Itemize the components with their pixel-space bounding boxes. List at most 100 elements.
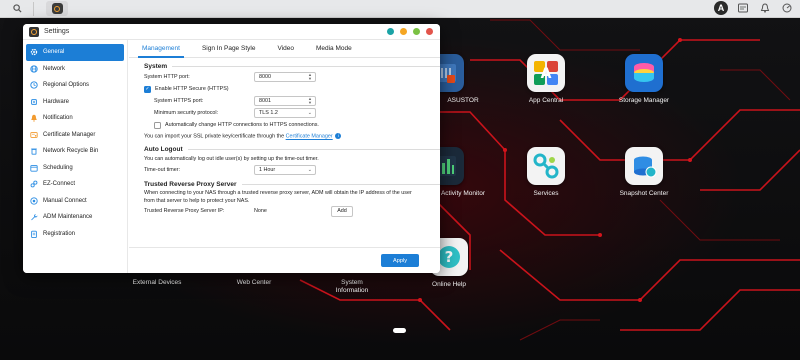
- top-bar: A: [0, 0, 800, 18]
- sidebar-item-label: Network Recycle Bin: [43, 148, 99, 155]
- sidebar-item-adm-maintenance[interactable]: ADM Maintenance: [26, 209, 124, 226]
- dock-indicator[interactable]: [393, 328, 406, 333]
- desktop-icon-storage-manager[interactable]: Storage Manager: [599, 54, 689, 105]
- certificate-manager-link[interactable]: Certificate Manager: [286, 134, 333, 140]
- desktop-icon-app-central[interactable]: A App Central: [501, 54, 591, 105]
- min-security-label: Minimum security protocol:: [154, 110, 219, 116]
- desktop-icon-label: Web Center: [236, 279, 272, 286]
- search-button[interactable]: [6, 1, 28, 16]
- services-icon: [527, 147, 565, 185]
- sidebar-item-label: Hardware: [43, 98, 70, 105]
- dashboard-icon[interactable]: [780, 1, 794, 15]
- http-port-label: System HTTP port:: [144, 74, 190, 80]
- settings-footer: Apply: [129, 247, 440, 273]
- apply-button[interactable]: Apply: [381, 254, 419, 267]
- trash-icon: [30, 147, 38, 155]
- desktop-icon-label: Online Help: [432, 281, 466, 288]
- timeout-timer-label: Time-out timer:: [144, 167, 181, 173]
- desktop-icon-label: External Devices: [132, 279, 182, 286]
- window-title-bar[interactable]: Settings: [23, 24, 440, 40]
- chip-icon: [30, 98, 38, 106]
- proxy-server-ip-row: Trusted Reverse Proxy Server IP: None Ad…: [144, 205, 440, 217]
- ssl-info-text: You can import your SSL private key/cert…: [144, 133, 342, 140]
- search-icon: [12, 4, 22, 13]
- sidebar-item-notification[interactable]: Notification: [26, 110, 124, 127]
- sidebar-item-registration[interactable]: Registration: [26, 226, 124, 243]
- auto-logout-desc-row: You can automatically log out idle user(…: [144, 154, 440, 164]
- proxy-server-ip-value: None: [254, 208, 267, 214]
- management-panel: System System HTTP port: 8000 ▲ ▼ ✓ Enabl…: [129, 58, 440, 273]
- sidebar-item-label: Regional Options: [43, 82, 90, 89]
- help-button[interactable]: [387, 28, 394, 35]
- https-port-label: System HTTPS port:: [154, 98, 204, 104]
- timeout-timer-select[interactable]: 1 Hour ⌄: [254, 165, 316, 175]
- desktop-icon-services[interactable]: Services: [501, 147, 591, 198]
- close-button[interactable]: [426, 28, 433, 35]
- maximize-button[interactable]: [413, 28, 420, 35]
- sidebar-item-manual-connect[interactable]: Manual Connect: [26, 193, 124, 210]
- widgets-icon[interactable]: [736, 1, 750, 15]
- auto-redirect-checkbox[interactable]: [154, 121, 161, 129]
- desktop-icon-snapshot-center[interactable]: Snapshot Center: [599, 147, 689, 198]
- tab-sign-in-page-style[interactable]: Sign In Page Style: [202, 40, 255, 57]
- tab-media-mode[interactable]: Media Mode: [316, 40, 352, 57]
- tab-management[interactable]: Management: [138, 40, 184, 58]
- proxy-server-ip-label: Trusted Reverse Proxy Server IP:: [144, 208, 225, 214]
- enable-https-label: Enable HTTP Secure (HTTPS): [155, 86, 229, 92]
- sidebar-item-label: EZ-Connect: [43, 181, 76, 188]
- window-title: Settings: [44, 28, 70, 35]
- info-icon[interactable]: i: [335, 133, 342, 140]
- settings-taskbar-button[interactable]: [46, 1, 68, 16]
- svg-text:A: A: [541, 66, 552, 82]
- chevron-down-icon: ⌄: [307, 110, 312, 116]
- auto-redirect-label: Automatically change HTTP connections to…: [165, 122, 319, 128]
- sidebar-item-hardware[interactable]: Hardware: [26, 94, 124, 111]
- add-proxy-button[interactable]: Add: [331, 205, 353, 217]
- reverse-proxy-desc: When connecting to your NAS through a tr…: [144, 190, 412, 204]
- https-port-row: System HTTPS port: 8001 ▲ ▼: [144, 95, 440, 107]
- sidebar-item-label: Network: [43, 65, 66, 72]
- enable-https-checkbox[interactable]: ✓: [144, 85, 151, 93]
- http-port-stepper[interactable]: 8000 ▲ ▼: [254, 72, 316, 82]
- tab-video[interactable]: Video: [277, 40, 294, 57]
- link-icon: [30, 180, 38, 188]
- http-port-row: System HTTP port: 8000 ▲ ▼: [144, 71, 440, 83]
- sidebar-item-scheduling[interactable]: Scheduling: [26, 160, 124, 177]
- section-title-auto-logout: Auto Logout: [144, 145, 440, 154]
- https-port-stepper[interactable]: 8001 ▲ ▼: [254, 96, 316, 106]
- settings-app-icon: [51, 3, 63, 14]
- sidebar-item-label: ADM Maintenance: [43, 214, 93, 221]
- bell-icon: [30, 114, 38, 122]
- settings-app-icon: [29, 26, 39, 37]
- auto-logout-desc: You can automatically log out idle user(…: [144, 156, 319, 162]
- sidebar-item-certificate-manager[interactable]: Certificate Manager: [26, 127, 124, 144]
- sidebar-item-label: Notification: [43, 115, 73, 122]
- sidebar-item-ez-connect[interactable]: EZ-Connect: [26, 176, 124, 193]
- sidebar-item-label: Manual Connect: [43, 197, 87, 204]
- sidebar-item-label: Certificate Manager: [43, 131, 96, 138]
- sidebar-item-regional-options[interactable]: Regional Options: [26, 77, 124, 94]
- sidebar-item-network-recycle-bin[interactable]: Network Recycle Bin: [26, 143, 124, 160]
- enable-https-row: ✓ Enable HTTP Secure (HTTPS): [144, 83, 440, 95]
- sidebar-item-general[interactable]: General: [26, 44, 124, 61]
- top-bar-right: A: [714, 1, 794, 15]
- section-title-system: System: [144, 62, 440, 71]
- user-avatar[interactable]: A: [714, 1, 728, 15]
- desktop-icon-label: Snapshot Center: [619, 190, 669, 197]
- min-security-select[interactable]: TLS 1.2 ⌄: [254, 108, 316, 118]
- globe-icon: [30, 65, 38, 73]
- settings-window: Settings General Network Regional Option…: [23, 24, 440, 273]
- desktop-icon-label: Services: [533, 190, 559, 197]
- clipboard-icon: [30, 230, 38, 238]
- sidebar-item-label: Scheduling: [43, 164, 73, 171]
- chevron-down-icon: ⌄: [307, 167, 312, 173]
- certificate-icon: [30, 131, 38, 139]
- ssl-info-row: You can import your SSL private key/cert…: [144, 131, 440, 142]
- desktop-icon-label: Storage Manager: [618, 97, 670, 104]
- storage-manager-icon: [625, 54, 663, 92]
- sidebar-item-network[interactable]: Network: [26, 61, 124, 78]
- plug-icon: [30, 197, 38, 205]
- minimize-button[interactable]: [400, 28, 407, 35]
- auto-redirect-row: Automatically change HTTP connections to…: [144, 119, 440, 131]
- notification-bell-icon[interactable]: [758, 1, 772, 15]
